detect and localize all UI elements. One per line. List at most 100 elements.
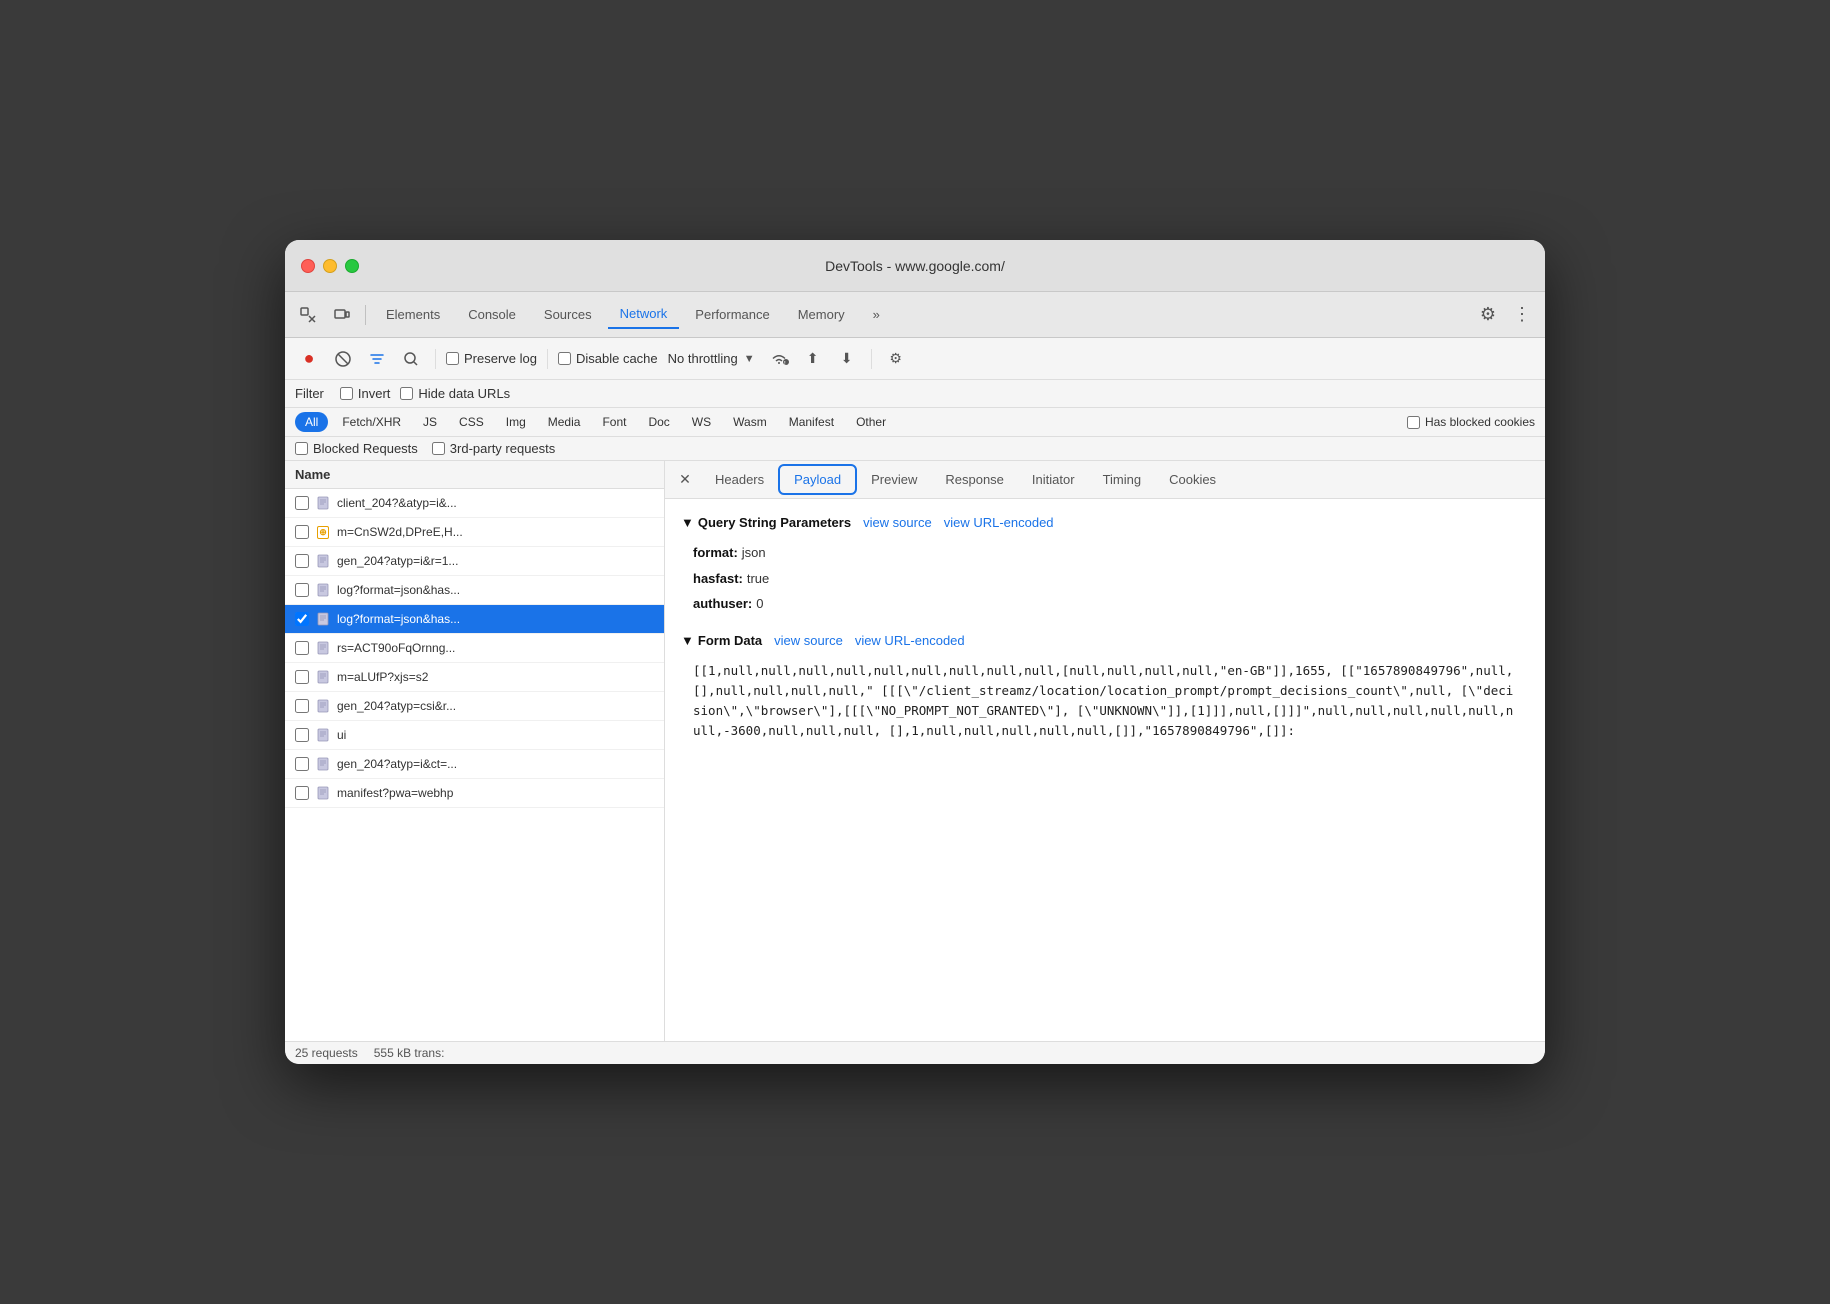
- request-list-header: Name: [285, 461, 664, 489]
- type-btn-ws[interactable]: WS: [684, 412, 719, 432]
- request-item[interactable]: client_204?&atyp=i&...: [285, 489, 664, 518]
- third-party-label[interactable]: 3rd-party requests: [432, 441, 556, 456]
- request-checkbox[interactable]: [295, 670, 309, 684]
- close-detail-icon[interactable]: ✕: [673, 468, 697, 492]
- has-blocked-cookies-checkbox[interactable]: [1407, 416, 1420, 429]
- hide-data-urls-checkbox[interactable]: [400, 387, 413, 400]
- type-btn-doc[interactable]: Doc: [640, 412, 677, 432]
- request-items-container: client_204?&atyp=i&... ⊕ m=CnSW2d,DPreE,H.…: [285, 489, 664, 808]
- request-item[interactable]: log?format=json&has...: [285, 576, 664, 605]
- blocked-requests-checkbox[interactable]: [295, 442, 308, 455]
- preserve-log-label[interactable]: Preserve log: [446, 351, 537, 366]
- request-checkbox[interactable]: [295, 641, 309, 655]
- type-btn-wasm[interactable]: Wasm: [725, 412, 775, 432]
- request-checkbox[interactable]: [295, 786, 309, 800]
- param-authuser-key: authuser:: [693, 594, 752, 614]
- tab-console[interactable]: Console: [456, 301, 528, 328]
- type-btn-all[interactable]: All: [295, 412, 328, 432]
- request-item[interactable]: rs=ACT90oFqOrnng...: [285, 634, 664, 663]
- request-checkbox[interactable]: [295, 699, 309, 713]
- detail-tab-headers[interactable]: Headers: [701, 466, 778, 493]
- request-item[interactable]: ⊕ m=CnSW2d,DPreE,H...: [285, 518, 664, 547]
- type-btn-img[interactable]: Img: [498, 412, 534, 432]
- type-btn-css[interactable]: CSS: [451, 412, 492, 432]
- detail-tab-cookies[interactable]: Cookies: [1155, 466, 1230, 493]
- close-button[interactable]: [301, 259, 315, 273]
- import-icon[interactable]: ⬆: [799, 345, 827, 373]
- tab-memory[interactable]: Memory: [786, 301, 857, 328]
- request-checkbox[interactable]: [295, 757, 309, 771]
- detail-tab-initiator[interactable]: Initiator: [1018, 466, 1089, 493]
- request-item[interactable]: gen_204?atyp=i&r=1...: [285, 547, 664, 576]
- request-item[interactable]: log?format=json&has...: [285, 605, 664, 634]
- requests-count: 25 requests: [295, 1046, 358, 1060]
- request-item[interactable]: gen_204?atyp=i&ct=...: [285, 750, 664, 779]
- more-options-icon[interactable]: ⋮: [1507, 300, 1537, 330]
- type-btn-manifest[interactable]: Manifest: [781, 412, 842, 432]
- network-settings-icon[interactable]: ⚙: [882, 345, 910, 373]
- request-checkbox[interactable]: [295, 496, 309, 510]
- preserve-log-checkbox[interactable]: [446, 352, 459, 365]
- form-data-view-url-encoded-link[interactable]: view URL-encoded: [855, 633, 965, 648]
- tab-elements[interactable]: Elements: [374, 301, 452, 328]
- request-checkbox[interactable]: [295, 583, 309, 597]
- has-blocked-cookies-label[interactable]: Has blocked cookies: [1407, 415, 1535, 429]
- disable-cache-label[interactable]: Disable cache: [558, 351, 658, 366]
- maximize-button[interactable]: [345, 259, 359, 273]
- disable-cache-checkbox[interactable]: [558, 352, 571, 365]
- detail-tab-timing[interactable]: Timing: [1089, 466, 1156, 493]
- record-button[interactable]: ●: [295, 345, 323, 373]
- invert-label[interactable]: Invert: [340, 386, 391, 401]
- form-data-view-source-link[interactable]: view source: [774, 633, 843, 648]
- filter-icon[interactable]: [363, 345, 391, 373]
- doc-icon: [315, 756, 331, 772]
- detail-tabs: ✕ Headers Payload Preview Response Initi…: [665, 461, 1545, 499]
- tab-network[interactable]: Network: [608, 300, 680, 329]
- query-view-source-link[interactable]: view source: [863, 515, 932, 530]
- request-name: log?format=json&has...: [337, 583, 654, 597]
- tab-sources[interactable]: Sources: [532, 301, 604, 328]
- type-btn-fetch-xhr[interactable]: Fetch/XHR: [334, 412, 409, 432]
- invert-checkbox[interactable]: [340, 387, 353, 400]
- blocked-requests-label[interactable]: Blocked Requests: [295, 441, 418, 456]
- hide-data-urls-label[interactable]: Hide data URLs: [400, 386, 510, 401]
- type-btn-font[interactable]: Font: [594, 412, 634, 432]
- type-btn-js[interactable]: JS: [415, 412, 445, 432]
- type-btn-other[interactable]: Other: [848, 412, 894, 432]
- transfer-size: 555 kB trans:: [374, 1046, 445, 1060]
- type-btn-media[interactable]: Media: [540, 412, 589, 432]
- tab-performance[interactable]: Performance: [683, 301, 781, 328]
- request-name: m=CnSW2d,DPreE,H...: [337, 525, 654, 539]
- request-item[interactable]: ui: [285, 721, 664, 750]
- tab-more[interactable]: »: [861, 301, 892, 328]
- request-checkbox[interactable]: [295, 728, 309, 742]
- doc-icon: [315, 669, 331, 685]
- detail-tab-payload[interactable]: Payload: [778, 464, 857, 495]
- clear-button[interactable]: [329, 345, 357, 373]
- throttling-select[interactable]: No throttling: [668, 351, 738, 366]
- request-item[interactable]: m=aLUfP?xjs=s2: [285, 663, 664, 692]
- request-name: manifest?pwa=webhp: [337, 786, 654, 800]
- filter-row: Filter Invert Hide data URLs: [285, 380, 1545, 408]
- minimize-button[interactable]: [323, 259, 337, 273]
- device-toolbar-icon[interactable]: [327, 300, 357, 330]
- detail-tab-preview[interactable]: Preview: [857, 466, 931, 493]
- request-checkbox[interactable]: [295, 554, 309, 568]
- third-party-checkbox[interactable]: [432, 442, 445, 455]
- doc-icon: [315, 611, 331, 627]
- request-checkbox[interactable]: [295, 525, 309, 539]
- param-hasfast: hasfast: true: [681, 566, 1529, 592]
- status-bar: 25 requests 555 kB trans:: [285, 1041, 1545, 1064]
- form-data-title: ▼ Form Data: [681, 633, 762, 648]
- doc-icon: [315, 698, 331, 714]
- request-checkbox[interactable]: [295, 612, 309, 626]
- settings-icon[interactable]: ⚙: [1473, 300, 1503, 330]
- query-view-url-encoded-link[interactable]: view URL-encoded: [944, 515, 1054, 530]
- request-item[interactable]: gen_204?atyp=csi&r...: [285, 692, 664, 721]
- export-icon[interactable]: ⬇: [833, 345, 861, 373]
- search-icon[interactable]: [397, 345, 425, 373]
- element-picker-icon[interactable]: [293, 300, 323, 330]
- request-item[interactable]: manifest?pwa=webhp: [285, 779, 664, 808]
- xhr-icon: ⊕: [315, 524, 331, 540]
- detail-tab-response[interactable]: Response: [931, 466, 1018, 493]
